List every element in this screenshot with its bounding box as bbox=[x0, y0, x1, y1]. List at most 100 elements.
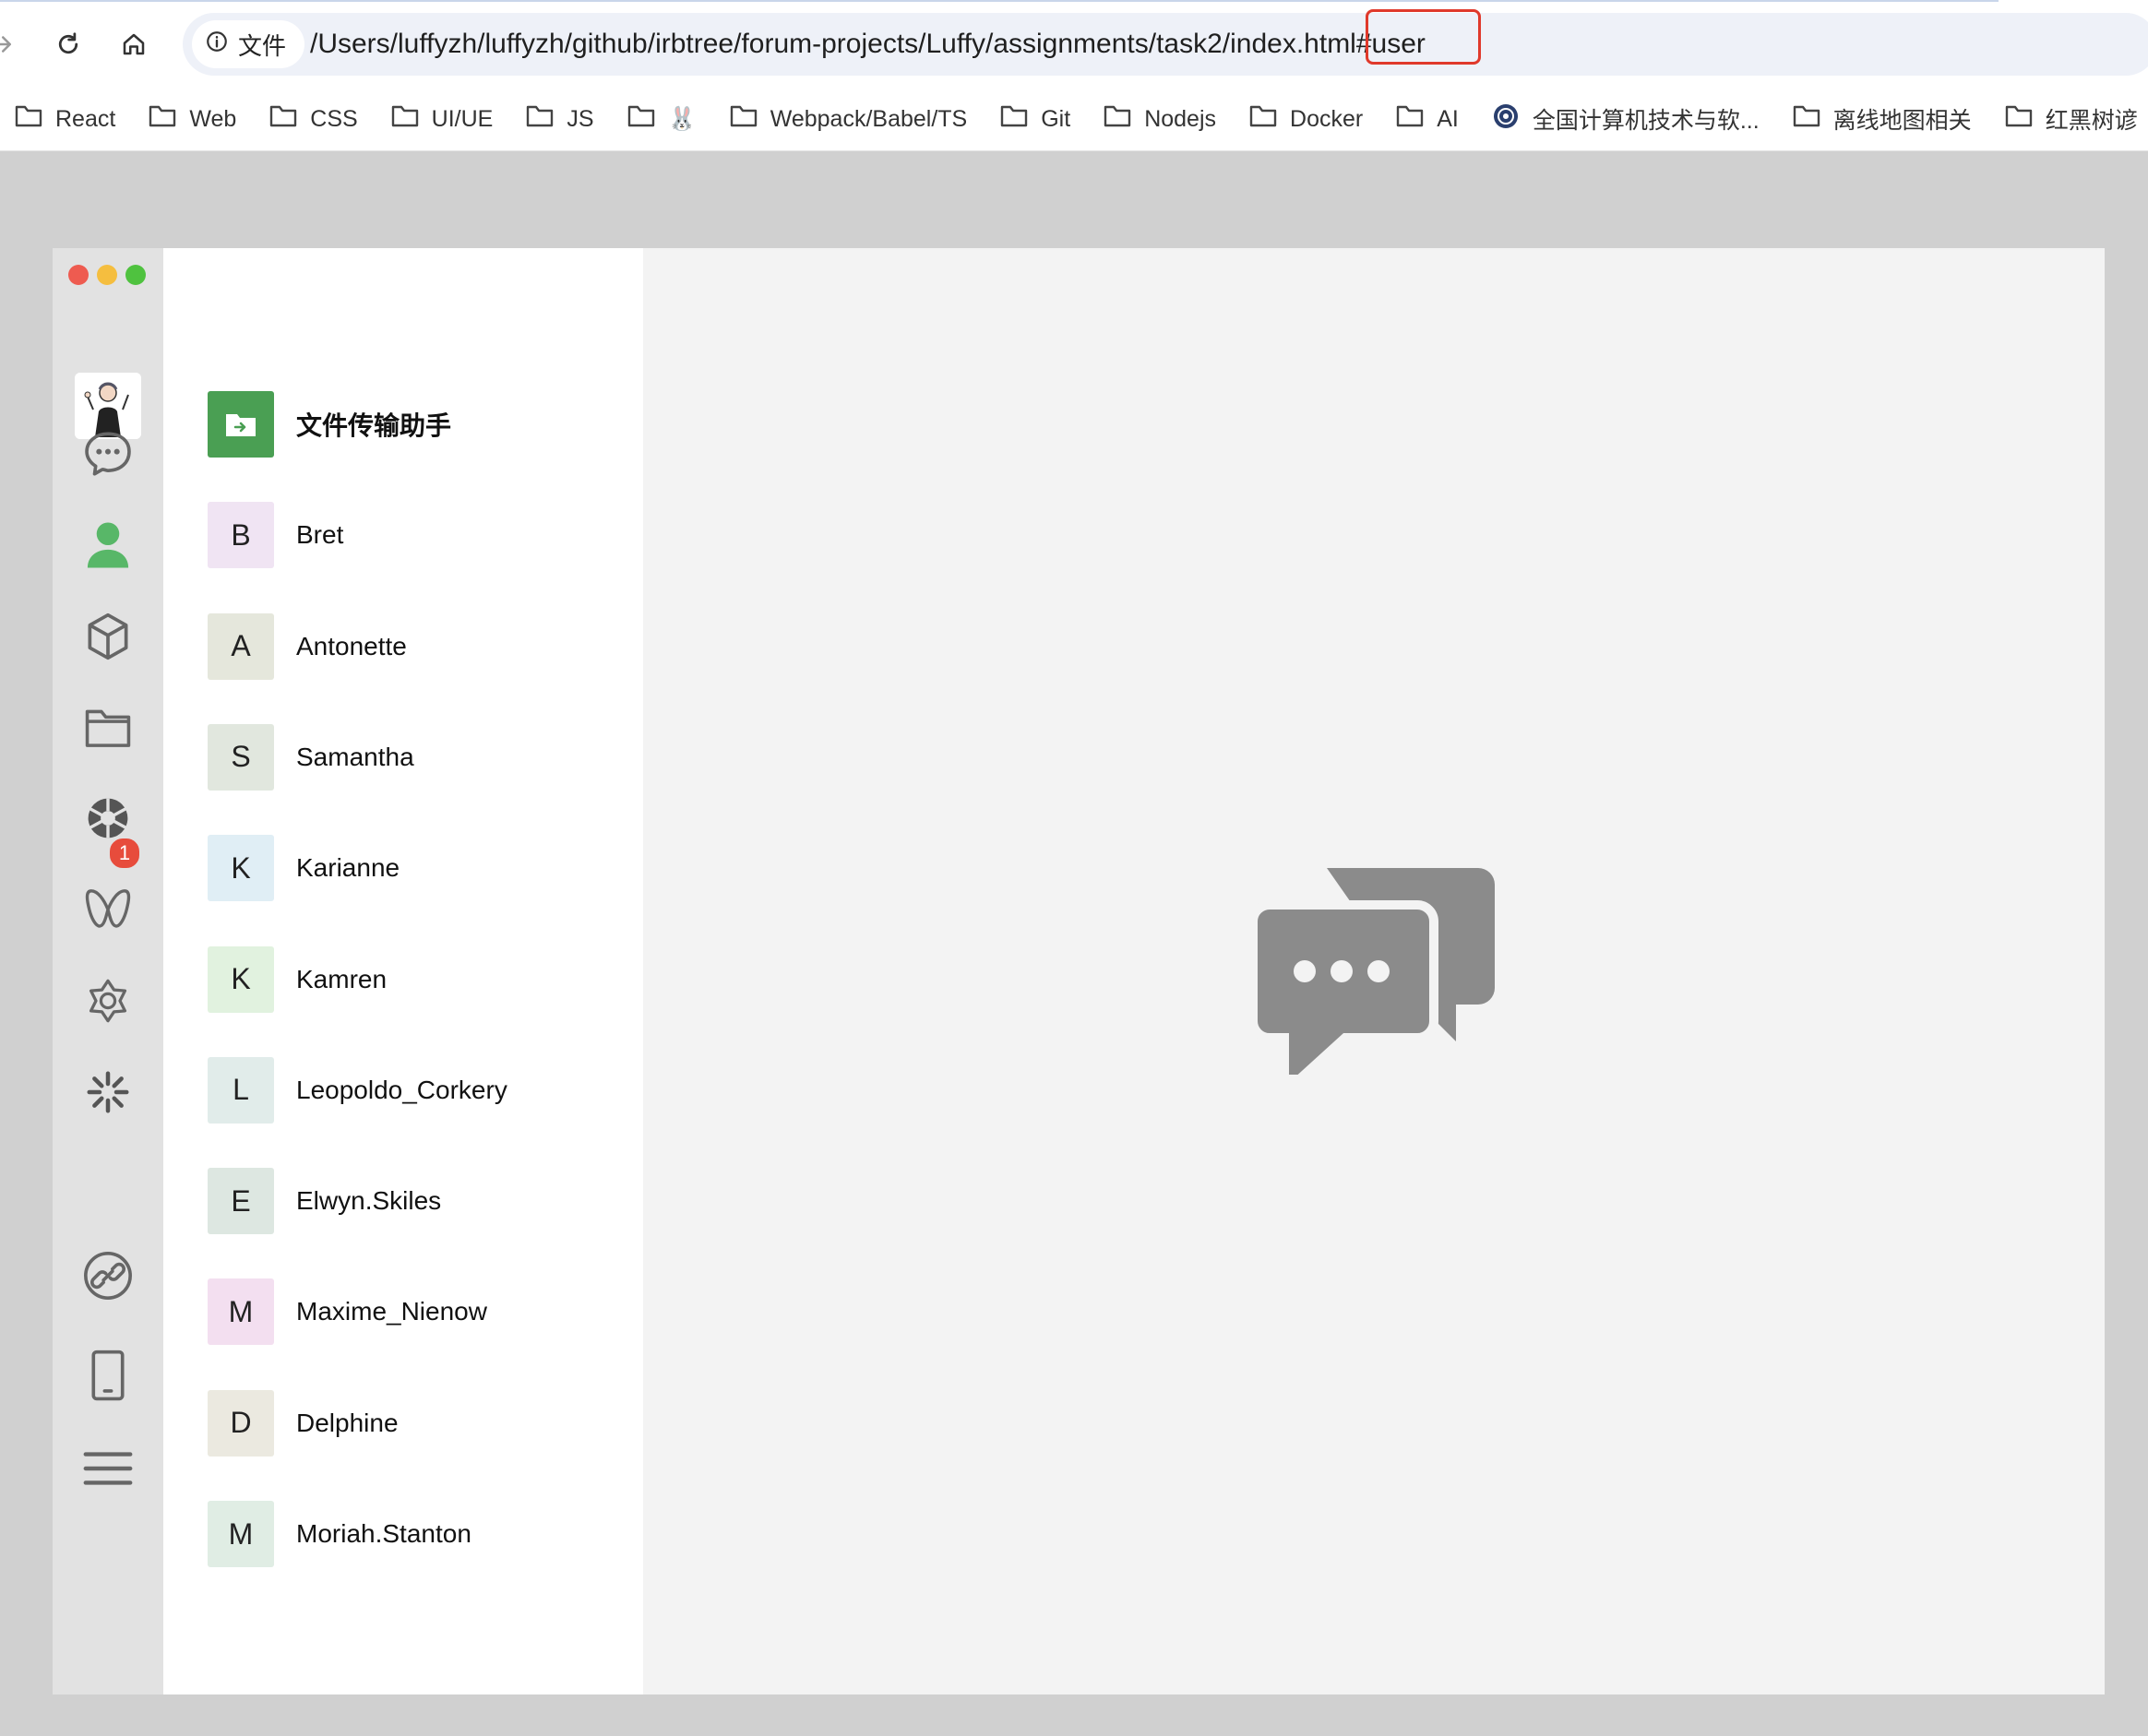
bookmark-item[interactable]: React bbox=[15, 104, 115, 135]
app-window: 1 文件传输助手 B Bret A Antonette S Samantha K Kariann… bbox=[53, 248, 2105, 1694]
contact-avatar: K bbox=[208, 945, 274, 1013]
bookmark-item[interactable]: JS bbox=[526, 104, 594, 135]
folder-icon bbox=[627, 104, 655, 135]
contact-avatar: A bbox=[208, 612, 274, 680]
bookmark-label: 红黑树谚 bbox=[2045, 108, 2138, 134]
contact-avatar: M bbox=[208, 1278, 274, 1346]
mini-program-icon[interactable] bbox=[76, 969, 140, 1033]
bookmark-label: Docker bbox=[1290, 105, 1364, 132]
contact-avatar: S bbox=[208, 723, 274, 791]
maximize-window-button[interactable] bbox=[125, 265, 146, 285]
contact-avatar: E bbox=[208, 1168, 274, 1235]
bookmark-item[interactable]: Git bbox=[1000, 104, 1070, 135]
bookmark-item[interactable]: Webpack/Babel/TS bbox=[730, 104, 968, 135]
contact-item[interactable]: A Antonette bbox=[208, 612, 632, 680]
bookmark-item[interactable]: 离线地图相关 bbox=[1793, 102, 1972, 136]
contact-item[interactable]: B Bret bbox=[208, 502, 632, 569]
url-hash-highlight bbox=[1366, 9, 1481, 65]
folder-icon bbox=[1249, 104, 1277, 135]
folder-icon bbox=[15, 104, 42, 135]
contacts-icon[interactable] bbox=[76, 513, 140, 577]
bookmark-label: UI/UE bbox=[431, 105, 494, 132]
url-text[interactable]: /Users/luffyzh/luffyzh/github/irbtree/fo… bbox=[310, 13, 1426, 76]
home-icon[interactable] bbox=[113, 24, 154, 65]
bookmark-item[interactable]: Nodejs bbox=[1104, 104, 1216, 135]
contact-name: Samantha bbox=[296, 742, 414, 771]
contact-name: Delphine bbox=[296, 1408, 399, 1437]
moments-badge: 1 bbox=[108, 837, 141, 870]
site-logo-icon bbox=[1492, 102, 1520, 137]
bookmark-item[interactable]: Web bbox=[149, 104, 236, 135]
browser-toolbar: 文件 /Users/luffyzh/luffyzh/github/irbtree… bbox=[0, 0, 2148, 88]
folder-icon bbox=[526, 104, 554, 135]
contact-name: Kamren bbox=[296, 964, 388, 993]
bookmark-label: Git bbox=[1041, 105, 1071, 132]
channels-icon[interactable] bbox=[76, 877, 140, 942]
contact-item[interactable]: E Elwyn.Skiles bbox=[208, 1168, 632, 1235]
link-icon[interactable] bbox=[76, 1243, 140, 1308]
chat-icon[interactable] bbox=[76, 422, 140, 486]
bookmarks-bar: React Web CSS UI/UE JS 🐰 Webpack/Babel/TS Git No… bbox=[0, 88, 2148, 151]
bookmark-item[interactable]: CSS bbox=[269, 104, 358, 135]
minimize-window-button[interactable] bbox=[97, 265, 117, 285]
contact-name: Elwyn.Skiles bbox=[296, 1186, 442, 1216]
contact-item[interactable]: D Delphine bbox=[208, 1389, 632, 1457]
bookmark-label: React bbox=[55, 105, 116, 132]
close-window-button[interactable] bbox=[68, 265, 89, 285]
box-icon[interactable] bbox=[76, 604, 140, 669]
bookmark-item[interactable]: Docker bbox=[1249, 104, 1363, 135]
contact-item[interactable]: 文件传输助手 bbox=[208, 391, 632, 458]
contact-name: Bret bbox=[296, 520, 344, 550]
contact-list: 文件传输助手 B Bret A Antonette S Samantha K Karianne K… bbox=[163, 248, 643, 1694]
forward-arrow-icon[interactable] bbox=[0, 24, 22, 65]
bookmark-item[interactable]: 红黑树谚 bbox=[2005, 102, 2138, 136]
contact-item[interactable]: K Karianne bbox=[208, 835, 632, 902]
contact-item[interactable]: L Leopoldo_Corkery bbox=[208, 1056, 632, 1124]
folder-icon bbox=[1793, 104, 1820, 135]
site-info-button[interactable]: 文件 bbox=[192, 20, 305, 68]
contact-item[interactable]: K Kamren bbox=[208, 945, 632, 1013]
contact-name: 文件传输助手 bbox=[296, 411, 452, 440]
folder-icon[interactable] bbox=[76, 695, 140, 759]
info-icon bbox=[205, 30, 229, 60]
contact-name: Moriah.Stanton bbox=[296, 1519, 471, 1548]
contact-item[interactable]: M Moriah.Stanton bbox=[208, 1501, 632, 1567]
folder-icon bbox=[391, 104, 419, 135]
bookmark-label: 🐰 bbox=[667, 105, 697, 132]
contact-avatar: D bbox=[208, 1389, 274, 1457]
bookmark-label: 离线地图相关 bbox=[1832, 108, 1972, 134]
bookmark-label: Webpack/Babel/TS bbox=[770, 105, 968, 132]
bookmark-item[interactable]: AI bbox=[1396, 104, 1459, 135]
folder-icon bbox=[149, 104, 176, 135]
phone-icon[interactable] bbox=[76, 1343, 140, 1408]
bookmark-label: CSS bbox=[310, 105, 358, 132]
chat-bubbles-icon bbox=[1248, 868, 1495, 1104]
folder-icon bbox=[1104, 104, 1131, 135]
menu-icon[interactable] bbox=[76, 1436, 140, 1501]
contact-avatar: B bbox=[208, 502, 274, 569]
contact-avatar: K bbox=[208, 835, 274, 902]
contact-name: Maxime_Nienow bbox=[296, 1297, 487, 1326]
bookmark-label: AI bbox=[1437, 105, 1459, 132]
address-bar[interactable]: 文件 /Users/luffyzh/luffyzh/github/irbtree… bbox=[183, 13, 2148, 76]
loading-bar bbox=[0, 0, 1999, 2]
contact-item[interactable]: M Maxime_Nienow bbox=[208, 1278, 632, 1346]
contact-item[interactable]: S Samantha bbox=[208, 723, 632, 791]
folder-icon bbox=[269, 104, 297, 135]
spark-icon[interactable] bbox=[76, 1060, 140, 1124]
bookmark-item[interactable]: 🐰 bbox=[627, 104, 697, 135]
bookmark-label: Web bbox=[189, 105, 237, 132]
bookmark-item[interactable]: UI/UE bbox=[391, 104, 494, 135]
contact-avatar: M bbox=[208, 1501, 274, 1567]
site-info-label: 文件 bbox=[238, 31, 287, 60]
chat-panel bbox=[643, 248, 2105, 1694]
folder-icon bbox=[1396, 104, 1424, 135]
bookmark-label: Nodejs bbox=[1144, 105, 1217, 132]
file-transfer-icon bbox=[208, 391, 274, 458]
bookmark-label: 全国计算机技术与软... bbox=[1532, 108, 1760, 134]
reload-icon[interactable] bbox=[48, 24, 89, 65]
sidebar: 1 bbox=[53, 248, 163, 1694]
contact-avatar: L bbox=[208, 1056, 274, 1124]
contact-name: Antonette bbox=[296, 631, 407, 660]
bookmark-item[interactable]: 全国计算机技术与软... bbox=[1492, 102, 1760, 137]
